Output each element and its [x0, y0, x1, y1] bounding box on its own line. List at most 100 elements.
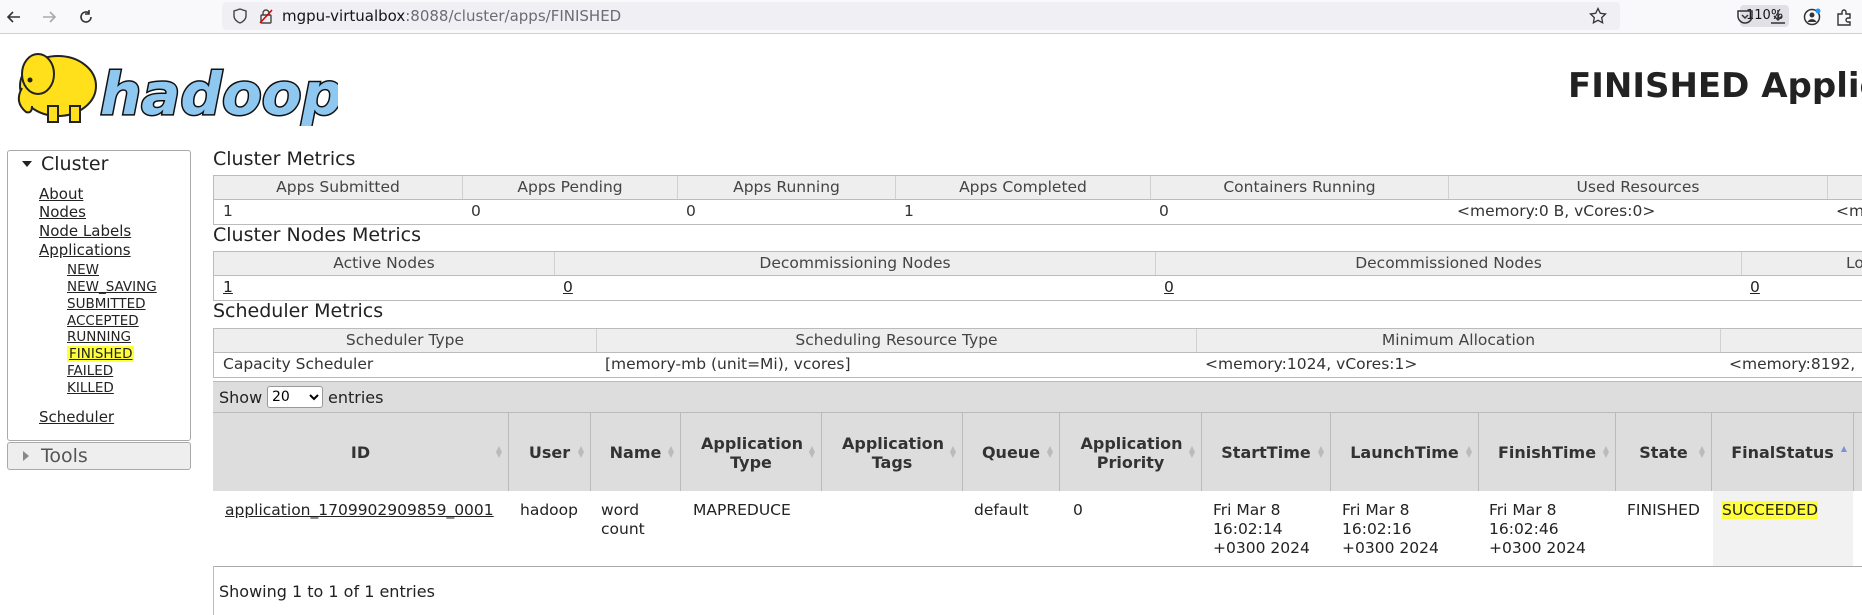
- nodes-metrics-title: Cluster Nodes Metrics: [213, 224, 421, 246]
- cell-apps-completed: 1: [904, 202, 914, 220]
- nav-link-failed[interactable]: FAILED: [67, 363, 113, 379]
- sort-icon: ▲ ▼: [1046, 444, 1053, 459]
- reload-icon[interactable]: [74, 5, 98, 29]
- col-scheduling-resource-type: Scheduling Resource Type: [596, 329, 1196, 352]
- show-label: Show: [219, 388, 263, 407]
- col-used-resources: Used Resources: [1448, 176, 1827, 199]
- col-header-application-priority[interactable]: Application Priority ▲ ▼: [1059, 413, 1201, 492]
- cluster-accordion-header[interactable]: Cluster: [8, 151, 190, 177]
- cell-used-resources: <memory:0 B, vCores:0>: [1457, 202, 1656, 220]
- col-minimum-allocation: Minimum Allocation: [1196, 329, 1720, 352]
- sort-icon: ▲ ▼: [949, 444, 956, 459]
- bookmark-star-icon[interactable]: [1586, 4, 1610, 28]
- cell-finishtime: Fri Mar 8 16:02:46 +0300 2024: [1489, 501, 1586, 557]
- table-row: 1 0 0 1 0 <memory:0 B, vCores:0> <m: [214, 200, 1862, 223]
- cell-queue: default: [974, 501, 1029, 519]
- table-row: application_1709902909859_0001 hadoop wo…: [213, 491, 1862, 567]
- sort-icon: ▲ ▼: [577, 444, 584, 459]
- cell-starttime: Fri Mar 8 16:02:14 +0300 2024: [1213, 501, 1310, 557]
- url-text[interactable]: mgpu-virtualbox:8088/cluster/apps/FINISH…: [282, 7, 621, 25]
- nav-link-submitted[interactable]: SUBMITTED: [67, 296, 146, 312]
- page-size-select[interactable]: 20: [267, 386, 323, 408]
- col-header-truncated: [1853, 413, 1862, 492]
- col-header-application-priority-label: Application Priority: [1080, 433, 1183, 472]
- col-truncated: Lo: [1741, 252, 1862, 275]
- col-header-name[interactable]: Name ▲ ▼: [590, 413, 680, 492]
- app-id-link[interactable]: application_1709902909859_0001: [225, 501, 494, 519]
- extensions-icon[interactable]: [1832, 5, 1856, 29]
- page-title: FINISHED Applica: [1568, 66, 1862, 106]
- apps-table-header: ID ▲ ▼ User ▲ ▼ Name ▲ ▼ Application Type ▲ ▼ Ap…: [213, 412, 1862, 493]
- nav-link-node-labels[interactable]: Node Labels: [39, 222, 131, 240]
- back-arrow-icon[interactable]: [2, 5, 26, 29]
- col-header-user-label: User: [528, 443, 571, 462]
- col-header-queue[interactable]: Queue ▲ ▼: [962, 413, 1059, 492]
- decommissioning-nodes-link[interactable]: 0: [563, 278, 573, 296]
- col-header-starttime[interactable]: StartTime ▲ ▼: [1201, 413, 1330, 492]
- insecure-lock-icon[interactable]: [254, 4, 278, 28]
- cell-scheduling-resource-type: [memory-mb (unit=Mi), vcores]: [605, 355, 851, 373]
- col-header-finishtime[interactable]: FinishTime ▲ ▼: [1478, 413, 1615, 492]
- col-header-launchtime-label: LaunchTime: [1350, 443, 1459, 462]
- col-apps-running: Apps Running: [677, 176, 895, 199]
- cluster-metrics-title: Cluster Metrics: [213, 148, 356, 170]
- col-header-launchtime[interactable]: LaunchTime ▲ ▼: [1330, 413, 1478, 492]
- tools-label: Tools: [41, 445, 88, 467]
- col-header-application-tags[interactable]: Application Tags ▲ ▼: [821, 413, 962, 492]
- nodes-metrics-table: Active Nodes Decommissioning Nodes Decom…: [213, 251, 1862, 301]
- download-icon[interactable]: [1766, 5, 1790, 29]
- nav-link-new[interactable]: NEW: [67, 262, 99, 278]
- col-header-state[interactable]: State ▲ ▼: [1615, 413, 1711, 492]
- cell-maximum-allocation: <memory:8192,: [1729, 355, 1856, 373]
- apps-length-bar: Show 20 entries: [213, 381, 1862, 413]
- account-icon[interactable]: [1800, 5, 1824, 29]
- col-header-id[interactable]: ID ▲ ▼: [213, 413, 508, 492]
- nav-link-applications[interactable]: Applications: [39, 241, 131, 259]
- col-header-application-tags-label: Application Tags: [842, 433, 945, 472]
- col-header-state-label: State: [1639, 443, 1688, 462]
- col-apps-completed: Apps Completed: [895, 176, 1150, 199]
- table-info: Showing 1 to 1 of 1 entries: [219, 582, 435, 601]
- forward-arrow-icon[interactable]: [37, 5, 61, 29]
- url-host: mgpu-virtualbox: [282, 7, 406, 25]
- nav-link-finished[interactable]: FINISHED: [67, 346, 135, 362]
- col-header-application-type[interactable]: Application Type ▲ ▼: [680, 413, 821, 492]
- col-scheduler-type: Scheduler Type: [345, 331, 465, 349]
- col-apps-pending: Apps Pending: [462, 176, 677, 199]
- col-header-finishtime-label: FinishTime: [1497, 443, 1597, 462]
- lost-nodes-link[interactable]: 0: [1750, 278, 1760, 296]
- cell-app-id: application_1709902909859_0001: [225, 501, 494, 520]
- nav-link-new-saving[interactable]: NEW_SAVING: [67, 279, 157, 295]
- cell-apps-submitted: 1: [223, 202, 233, 220]
- sort-icon: ▲ ▼: [667, 444, 674, 459]
- col-header-id-label: ID: [350, 443, 371, 462]
- cell-name: word count: [601, 501, 645, 538]
- cell-application-type: MAPREDUCE: [693, 501, 791, 519]
- nav-link-about[interactable]: About: [39, 185, 83, 203]
- address-bar[interactable]: mgpu-virtualbox:8088/cluster/apps/FINISH…: [222, 2, 1790, 30]
- cell-user: hadoop: [520, 501, 578, 519]
- nav-link-nodes[interactable]: Nodes: [39, 203, 86, 221]
- hadoop-logo[interactable]: hadoop: [8, 44, 345, 130]
- col-decommissioning-nodes: Decommissioning Nodes: [554, 252, 1155, 275]
- sidebar-nav: Cluster About Nodes Node Labels Applicat…: [7, 150, 191, 441]
- cell-decommissioning-nodes: 0: [554, 276, 573, 299]
- nav-link-scheduler[interactable]: Scheduler: [39, 408, 114, 426]
- shield-icon[interactable]: [228, 4, 252, 28]
- cell-priority: 0: [1073, 501, 1083, 519]
- pocket-icon[interactable]: [1733, 5, 1757, 29]
- col-header-user[interactable]: User ▲ ▼: [508, 413, 590, 492]
- entries-label: entries: [328, 388, 384, 407]
- tools-accordion-header[interactable]: Tools: [7, 442, 191, 470]
- decommissioned-nodes-link[interactable]: 0: [1164, 278, 1174, 296]
- nav-link-killed[interactable]: KILLED: [67, 380, 114, 396]
- nav-link-running[interactable]: RUNNING: [67, 329, 131, 345]
- col-header-finalstatus[interactable]: FinalStatus ▲: [1711, 413, 1853, 492]
- col-truncated: [1827, 176, 1862, 199]
- nav-link-accepted[interactable]: ACCEPTED: [67, 313, 139, 329]
- sort-icon: ▲ ▼: [1188, 444, 1195, 459]
- col-apps-submitted: Apps Submitted: [276, 178, 400, 196]
- table-header-row: Apps Submitted Apps Pending Apps Running…: [214, 176, 1862, 200]
- active-nodes-link[interactable]: 1: [223, 278, 233, 296]
- scheduler-metrics-title: Scheduler Metrics: [213, 300, 384, 322]
